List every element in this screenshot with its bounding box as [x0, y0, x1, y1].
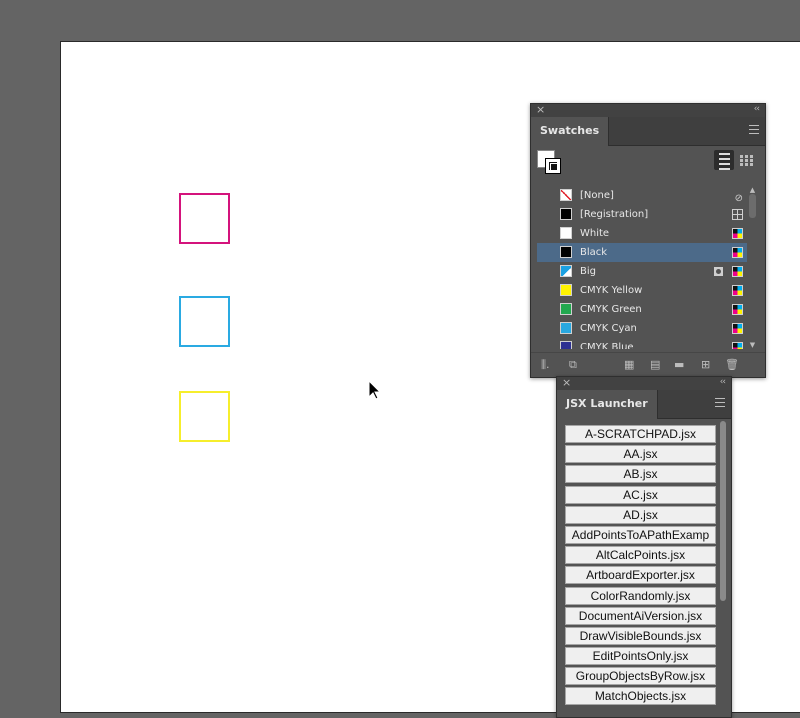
fill-stroke-widget[interactable] — [537, 150, 565, 178]
swatch-name: [None] — [580, 190, 614, 201]
cmyk-icon — [732, 266, 743, 277]
scroll-thumb[interactable] — [749, 194, 756, 218]
panel-tab-bar: Swatches — [531, 117, 765, 146]
cmyk-icon — [732, 228, 743, 239]
swatch-row[interactable]: CMYK Cyan — [537, 319, 747, 338]
swatch-chip — [560, 246, 572, 258]
panel-tab-bar: JSX Launcher — [557, 390, 731, 419]
swatch-name: Black — [580, 247, 608, 258]
swatch-list[interactable]: [None] ⊘ [Registration] White Black Big CMYK Y… — [537, 186, 747, 349]
cmyk-icon — [732, 247, 743, 258]
jsx-launcher-panel[interactable]: × ‹‹ JSX Launcher A-SCRATCHPAD.jsx AA.jsx… — [556, 376, 732, 718]
script-button[interactable]: AddPointsToAPathExamp — [565, 525, 716, 544]
script-list: A-SCRATCHPAD.jsx AA.jsx AB.jsx AC.jsx AD.jsx… — [565, 425, 716, 708]
panel-menu-icon[interactable] — [715, 398, 725, 410]
swatch-row[interactable]: White — [537, 224, 747, 243]
script-button[interactable]: AB.jsx — [565, 465, 716, 484]
swatch-chip — [560, 227, 572, 239]
swatch-row[interactable]: [Registration] — [537, 205, 747, 224]
swatch-row[interactable]: CMYK Green — [537, 300, 747, 319]
yellow-square[interactable] — [179, 391, 230, 442]
cyan-square[interactable] — [179, 296, 230, 347]
script-button[interactable]: GroupObjectsByRow.jsx — [565, 667, 716, 686]
collapse-icon[interactable]: ‹‹ — [754, 104, 760, 114]
script-button[interactable]: DocumentAiVersion.jsx — [565, 606, 716, 625]
grid-view-icon[interactable] — [736, 150, 756, 170]
close-icon[interactable]: × — [536, 103, 545, 116]
swatch-name: White — [580, 228, 610, 239]
swatch-chip — [560, 303, 572, 315]
script-scrollbar[interactable] — [720, 421, 726, 601]
mouse-pointer-icon — [368, 380, 382, 400]
swatch-name: CMYK Blue — [580, 342, 634, 349]
swatch-row[interactable]: CMYK Yellow — [537, 281, 747, 300]
cmyk-icon — [732, 304, 743, 315]
magenta-square[interactable] — [179, 193, 230, 244]
swatch-name: CMYK Cyan — [580, 323, 637, 334]
swatch-row[interactable]: [None] ⊘ — [537, 186, 747, 205]
swatch-name: CMYK Green — [580, 304, 642, 315]
swatch-chip — [560, 341, 572, 349]
close-icon[interactable]: × — [562, 376, 571, 389]
swatch-chip — [560, 189, 572, 201]
script-button[interactable]: AltCalcPoints.jsx — [565, 546, 716, 565]
tab-jsx-launcher[interactable]: JSX Launcher — [557, 390, 658, 419]
swatch-chip — [560, 208, 572, 220]
script-button[interactable]: AD.jsx — [565, 505, 716, 524]
cmyk-icon — [732, 323, 743, 334]
collapse-icon[interactable]: ‹‹ — [720, 377, 726, 387]
stroke-swatch[interactable] — [545, 158, 561, 174]
scroll-down-icon[interactable]: ▼ — [748, 341, 757, 349]
tab-swatches[interactable]: Swatches — [531, 117, 610, 146]
swatches-panel[interactable]: × ‹‹ Swatches [None] ⊘ [Registration] White… — [530, 103, 766, 378]
swatch-name: CMYK Yellow — [580, 285, 643, 296]
swatch-name: [Registration] — [580, 209, 649, 220]
swatch-row[interactable]: CMYK Blue — [537, 338, 747, 349]
spot-color-icon — [714, 267, 723, 276]
new-swatch-icon[interactable]: ⊞ — [701, 358, 710, 371]
panel-titlebar[interactable]: × ‹‹ — [531, 103, 765, 117]
swatch-chip — [560, 265, 572, 277]
script-button[interactable]: EditPointsOnly.jsx — [565, 647, 716, 666]
cmyk-icon — [732, 342, 743, 349]
script-button[interactable]: DrawVisibleBounds.jsx — [565, 626, 716, 645]
panel-titlebar[interactable]: × ‹‹ — [557, 376, 731, 390]
panel-menu-icon[interactable] — [749, 125, 759, 137]
show-kinds-icon[interactable]: ▦ — [624, 358, 634, 371]
swatch-options-icon[interactable]: ▤ — [650, 358, 660, 371]
registration-icon — [732, 209, 743, 220]
swatch-chip — [560, 284, 572, 296]
script-button[interactable]: ColorRandomly.jsx — [565, 586, 716, 605]
delete-swatch-icon[interactable]: 🗑 — [725, 358, 739, 371]
script-button[interactable]: AC.jsx — [565, 485, 716, 504]
scroll-up-icon[interactable]: ▲ — [748, 186, 757, 194]
script-button[interactable]: ArtboardExporter.jsx — [565, 566, 716, 585]
swatch-footer: ⫼. ⧉ ▦ ▤ ▬ ⊞ 🗑 — [531, 352, 765, 377]
cmyk-icon — [732, 285, 743, 296]
place-swatch-icon[interactable]: ⧉ — [569, 358, 577, 372]
swatch-libraries-icon[interactable]: ⫼. — [541, 358, 550, 372]
swatch-chip — [560, 322, 572, 334]
new-color-group-icon[interactable]: ▬ — [674, 358, 684, 371]
script-button[interactable]: AA.jsx — [565, 445, 716, 464]
swatch-name: Big — [580, 266, 596, 277]
swatch-row[interactable]: Black — [537, 243, 747, 262]
swatch-scrollbar[interactable]: ▲ ▼ — [748, 186, 757, 349]
script-button[interactable]: A-SCRATCHPAD.jsx — [565, 425, 716, 443]
swatch-row[interactable]: Big — [537, 262, 747, 281]
list-view-icon[interactable] — [714, 150, 734, 170]
